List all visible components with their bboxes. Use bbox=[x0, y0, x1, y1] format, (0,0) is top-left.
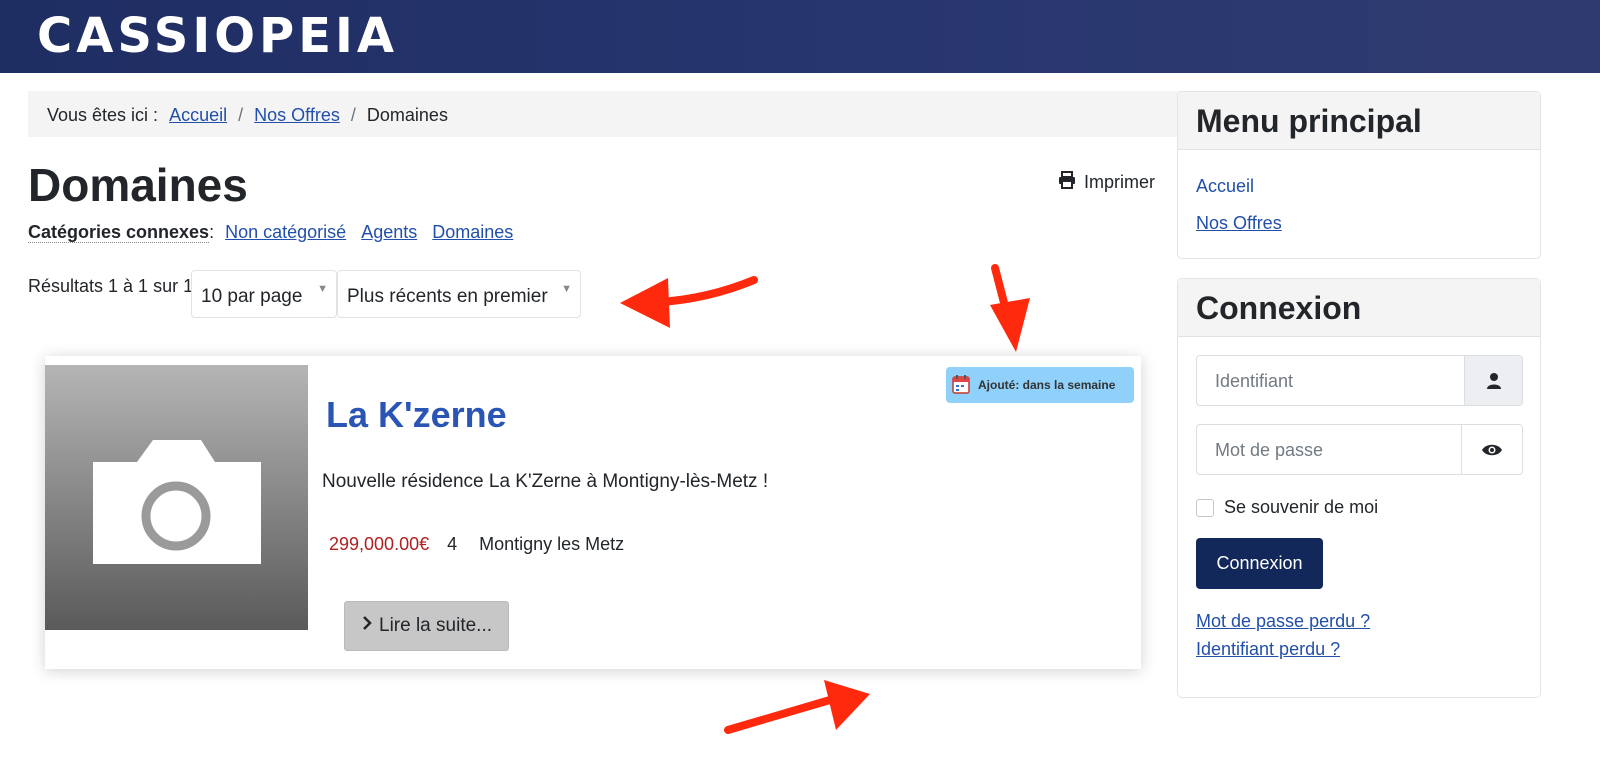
listing-city: Montigny les Metz bbox=[479, 534, 625, 554]
listing-rooms: 4 bbox=[447, 534, 458, 554]
remember-label: Se souvenir de moi bbox=[1224, 497, 1379, 517]
related-link-non-categorise[interactable]: Non catégorisé bbox=[225, 222, 346, 242]
listing-price: 299,000.00€ bbox=[329, 534, 430, 554]
read-more-label: Lire la suite... bbox=[379, 615, 492, 636]
login-module: Connexion Identifiant Mot de passe Se so… bbox=[1177, 278, 1541, 698]
added-badge-label: Ajouté: dans la semaine bbox=[978, 378, 1116, 392]
camera-icon bbox=[93, 440, 261, 564]
listing-card: Ajouté: dans la semaine La K'zerne Nouve… bbox=[45, 356, 1141, 669]
related-link-domaines[interactable]: Domaines bbox=[432, 222, 513, 242]
site-brand[interactable]: CASSIOPEIA bbox=[37, 8, 398, 64]
login-title: Connexion bbox=[1178, 279, 1540, 337]
lost-username-link[interactable]: Identifiant perdu ? bbox=[1196, 639, 1340, 660]
menu-item-nos-offres[interactable]: Nos Offres bbox=[1196, 213, 1282, 234]
arrow-to-badge bbox=[990, 264, 1030, 352]
arrow-to-order-select bbox=[620, 276, 758, 328]
printer-icon bbox=[1058, 171, 1076, 194]
site-header: CASSIOPEIA bbox=[0, 0, 1600, 73]
calendar-icon bbox=[952, 374, 970, 397]
related-link-agents[interactable]: Agents bbox=[361, 222, 417, 242]
page-title: Domaines bbox=[28, 159, 248, 211]
added-badge: Ajouté: dans la semaine bbox=[946, 367, 1134, 403]
per-page-select[interactable]: 10 par page ▼ bbox=[191, 270, 337, 318]
order-value: Plus récents en premier bbox=[347, 286, 548, 307]
listing-intro: Nouvelle résidence La K'Zerne à Montigny… bbox=[322, 471, 769, 492]
username-field[interactable]: Identifiant bbox=[1196, 355, 1523, 406]
breadcrumb-link-accueil[interactable]: Accueil bbox=[169, 105, 227, 125]
lost-password-link[interactable]: Mot de passe perdu ? bbox=[1196, 611, 1370, 632]
main-menu-title: Menu principal bbox=[1178, 92, 1540, 150]
menu-item-accueil[interactable]: Accueil bbox=[1196, 176, 1254, 197]
password-placeholder: Mot de passe bbox=[1215, 440, 1324, 460]
related-categories-label: Catégories connexes bbox=[28, 222, 210, 243]
results-counter: Résultats 1 à 1 sur 1 bbox=[28, 276, 194, 296]
per-page-value: 10 par page bbox=[201, 286, 303, 307]
breadcrumb-prefix: Vous êtes ici : bbox=[47, 105, 159, 125]
remember-me[interactable]: Se souvenir de moi bbox=[1196, 497, 1378, 518]
remember-checkbox[interactable] bbox=[1196, 498, 1214, 517]
print-label: Imprimer bbox=[1084, 172, 1155, 192]
related-categories: Catégories connexes: Non catégorisé Agen… bbox=[28, 222, 514, 243]
arrow-to-card-edge bbox=[724, 680, 870, 734]
breadcrumb-separator: / bbox=[238, 105, 244, 125]
main-menu-module: Menu principal Accueil Nos Offres bbox=[1177, 91, 1541, 259]
order-select[interactable]: Plus récents en premier ▼ bbox=[337, 270, 581, 318]
username-placeholder: Identifiant bbox=[1215, 371, 1294, 391]
listing-meta: 299,000.00€ 4 Montigny les Metz bbox=[329, 534, 624, 555]
chevron-right-icon bbox=[361, 615, 373, 637]
user-icon bbox=[1464, 356, 1522, 405]
eye-icon[interactable] bbox=[1461, 425, 1522, 474]
login-button[interactable]: Connexion bbox=[1196, 538, 1323, 589]
listing-title[interactable]: La K'zerne bbox=[326, 394, 507, 436]
chevron-down-icon: ▼ bbox=[317, 283, 328, 295]
print-button[interactable]: Imprimer bbox=[1058, 171, 1155, 194]
breadcrumb-separator: / bbox=[350, 105, 356, 125]
breadcrumb: Vous êtes ici : Accueil / Nos Offres / D… bbox=[28, 91, 1181, 137]
chevron-down-icon: ▼ bbox=[561, 283, 572, 295]
read-more-button[interactable]: Lire la suite... bbox=[344, 601, 509, 651]
listing-thumbnail[interactable] bbox=[45, 365, 308, 630]
breadcrumb-link-nos-offres[interactable]: Nos Offres bbox=[254, 105, 340, 125]
breadcrumb-current: Domaines bbox=[366, 105, 448, 125]
password-field[interactable]: Mot de passe bbox=[1196, 424, 1523, 475]
